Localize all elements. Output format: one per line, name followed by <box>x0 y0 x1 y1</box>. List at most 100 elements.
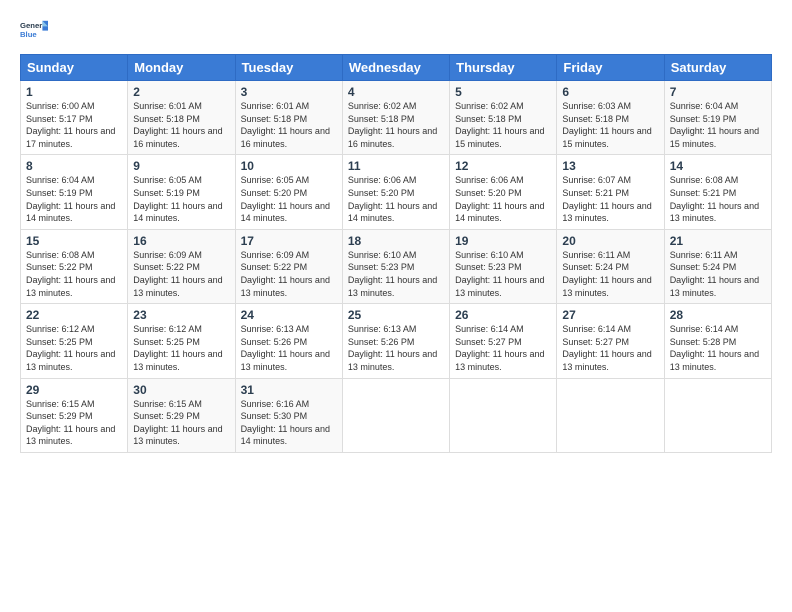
calendar-cell: 26Sunrise: 6:14 AMSunset: 5:27 PMDayligh… <box>450 304 557 378</box>
day-info: Sunrise: 6:14 AMSunset: 5:28 PMDaylight:… <box>670 323 766 373</box>
day-number: 20 <box>562 234 658 248</box>
day-number: 15 <box>26 234 122 248</box>
day-info: Sunrise: 6:10 AMSunset: 5:23 PMDaylight:… <box>348 249 444 299</box>
day-number: 22 <box>26 308 122 322</box>
day-info: Sunrise: 6:09 AMSunset: 5:22 PMDaylight:… <box>133 249 229 299</box>
logo-icon: General Blue <box>20 18 48 46</box>
day-info: Sunrise: 6:01 AMSunset: 5:18 PMDaylight:… <box>241 100 337 150</box>
calendar-cell: 5Sunrise: 6:02 AMSunset: 5:18 PMDaylight… <box>450 81 557 155</box>
day-header-wednesday: Wednesday <box>342 55 449 81</box>
calendar-cell <box>450 378 557 452</box>
page: General Blue SundayMondayTuesdayWednesda… <box>0 0 792 612</box>
calendar-cell: 31Sunrise: 6:16 AMSunset: 5:30 PMDayligh… <box>235 378 342 452</box>
day-info: Sunrise: 6:14 AMSunset: 5:27 PMDaylight:… <box>455 323 551 373</box>
logo: General Blue <box>20 18 48 46</box>
day-info: Sunrise: 6:05 AMSunset: 5:19 PMDaylight:… <box>133 174 229 224</box>
calendar-cell: 10Sunrise: 6:05 AMSunset: 5:20 PMDayligh… <box>235 155 342 229</box>
day-info: Sunrise: 6:02 AMSunset: 5:18 PMDaylight:… <box>348 100 444 150</box>
calendar-cell: 21Sunrise: 6:11 AMSunset: 5:24 PMDayligh… <box>664 229 771 303</box>
day-number: 14 <box>670 159 766 173</box>
day-number: 17 <box>241 234 337 248</box>
day-header-monday: Monday <box>128 55 235 81</box>
day-info: Sunrise: 6:15 AMSunset: 5:29 PMDaylight:… <box>133 398 229 448</box>
day-number: 19 <box>455 234 551 248</box>
day-number: 6 <box>562 85 658 99</box>
day-header-sunday: Sunday <box>21 55 128 81</box>
day-number: 9 <box>133 159 229 173</box>
day-info: Sunrise: 6:00 AMSunset: 5:17 PMDaylight:… <box>26 100 122 150</box>
day-info: Sunrise: 6:07 AMSunset: 5:21 PMDaylight:… <box>562 174 658 224</box>
day-number: 12 <box>455 159 551 173</box>
calendar-week-4: 22Sunrise: 6:12 AMSunset: 5:25 PMDayligh… <box>21 304 772 378</box>
calendar-cell: 27Sunrise: 6:14 AMSunset: 5:27 PMDayligh… <box>557 304 664 378</box>
day-info: Sunrise: 6:12 AMSunset: 5:25 PMDaylight:… <box>133 323 229 373</box>
calendar-cell <box>342 378 449 452</box>
day-info: Sunrise: 6:12 AMSunset: 5:25 PMDaylight:… <box>26 323 122 373</box>
calendar-cell <box>557 378 664 452</box>
calendar-cell: 11Sunrise: 6:06 AMSunset: 5:20 PMDayligh… <box>342 155 449 229</box>
day-info: Sunrise: 6:15 AMSunset: 5:29 PMDaylight:… <box>26 398 122 448</box>
day-info: Sunrise: 6:13 AMSunset: 5:26 PMDaylight:… <box>348 323 444 373</box>
calendar-cell: 18Sunrise: 6:10 AMSunset: 5:23 PMDayligh… <box>342 229 449 303</box>
day-info: Sunrise: 6:01 AMSunset: 5:18 PMDaylight:… <box>133 100 229 150</box>
calendar-cell: 30Sunrise: 6:15 AMSunset: 5:29 PMDayligh… <box>128 378 235 452</box>
calendar-cell: 2Sunrise: 6:01 AMSunset: 5:18 PMDaylight… <box>128 81 235 155</box>
calendar-cell: 8Sunrise: 6:04 AMSunset: 5:19 PMDaylight… <box>21 155 128 229</box>
day-info: Sunrise: 6:04 AMSunset: 5:19 PMDaylight:… <box>26 174 122 224</box>
day-info: Sunrise: 6:09 AMSunset: 5:22 PMDaylight:… <box>241 249 337 299</box>
day-number: 11 <box>348 159 444 173</box>
day-info: Sunrise: 6:05 AMSunset: 5:20 PMDaylight:… <box>241 174 337 224</box>
calendar-cell: 29Sunrise: 6:15 AMSunset: 5:29 PMDayligh… <box>21 378 128 452</box>
svg-text:Blue: Blue <box>20 30 37 39</box>
day-number: 28 <box>670 308 766 322</box>
day-info: Sunrise: 6:16 AMSunset: 5:30 PMDaylight:… <box>241 398 337 448</box>
calendar-cell: 12Sunrise: 6:06 AMSunset: 5:20 PMDayligh… <box>450 155 557 229</box>
day-info: Sunrise: 6:06 AMSunset: 5:20 PMDaylight:… <box>455 174 551 224</box>
day-number: 2 <box>133 85 229 99</box>
calendar-cell: 7Sunrise: 6:04 AMSunset: 5:19 PMDaylight… <box>664 81 771 155</box>
calendar-cell: 25Sunrise: 6:13 AMSunset: 5:26 PMDayligh… <box>342 304 449 378</box>
calendar-cell: 1Sunrise: 6:00 AMSunset: 5:17 PMDaylight… <box>21 81 128 155</box>
day-info: Sunrise: 6:11 AMSunset: 5:24 PMDaylight:… <box>562 249 658 299</box>
day-number: 10 <box>241 159 337 173</box>
day-number: 25 <box>348 308 444 322</box>
calendar-cell: 19Sunrise: 6:10 AMSunset: 5:23 PMDayligh… <box>450 229 557 303</box>
calendar-body: 1Sunrise: 6:00 AMSunset: 5:17 PMDaylight… <box>21 81 772 453</box>
day-header-friday: Friday <box>557 55 664 81</box>
day-info: Sunrise: 6:06 AMSunset: 5:20 PMDaylight:… <box>348 174 444 224</box>
day-number: 24 <box>241 308 337 322</box>
day-header-thursday: Thursday <box>450 55 557 81</box>
calendar-cell: 9Sunrise: 6:05 AMSunset: 5:19 PMDaylight… <box>128 155 235 229</box>
day-number: 5 <box>455 85 551 99</box>
header: General Blue <box>20 18 772 46</box>
calendar-cell: 13Sunrise: 6:07 AMSunset: 5:21 PMDayligh… <box>557 155 664 229</box>
day-info: Sunrise: 6:03 AMSunset: 5:18 PMDaylight:… <box>562 100 658 150</box>
day-number: 16 <box>133 234 229 248</box>
day-number: 7 <box>670 85 766 99</box>
calendar-cell: 6Sunrise: 6:03 AMSunset: 5:18 PMDaylight… <box>557 81 664 155</box>
calendar-week-2: 8Sunrise: 6:04 AMSunset: 5:19 PMDaylight… <box>21 155 772 229</box>
day-number: 13 <box>562 159 658 173</box>
day-number: 21 <box>670 234 766 248</box>
calendar-cell: 24Sunrise: 6:13 AMSunset: 5:26 PMDayligh… <box>235 304 342 378</box>
day-info: Sunrise: 6:13 AMSunset: 5:26 PMDaylight:… <box>241 323 337 373</box>
calendar-cell: 22Sunrise: 6:12 AMSunset: 5:25 PMDayligh… <box>21 304 128 378</box>
calendar-cell: 16Sunrise: 6:09 AMSunset: 5:22 PMDayligh… <box>128 229 235 303</box>
calendar-cell: 28Sunrise: 6:14 AMSunset: 5:28 PMDayligh… <box>664 304 771 378</box>
calendar-week-3: 15Sunrise: 6:08 AMSunset: 5:22 PMDayligh… <box>21 229 772 303</box>
day-number: 30 <box>133 383 229 397</box>
day-info: Sunrise: 6:08 AMSunset: 5:22 PMDaylight:… <box>26 249 122 299</box>
day-header-tuesday: Tuesday <box>235 55 342 81</box>
calendar-cell: 14Sunrise: 6:08 AMSunset: 5:21 PMDayligh… <box>664 155 771 229</box>
calendar-week-5: 29Sunrise: 6:15 AMSunset: 5:29 PMDayligh… <box>21 378 772 452</box>
calendar-cell: 17Sunrise: 6:09 AMSunset: 5:22 PMDayligh… <box>235 229 342 303</box>
day-header-saturday: Saturday <box>664 55 771 81</box>
day-number: 8 <box>26 159 122 173</box>
day-number: 18 <box>348 234 444 248</box>
day-number: 27 <box>562 308 658 322</box>
calendar-cell: 3Sunrise: 6:01 AMSunset: 5:18 PMDaylight… <box>235 81 342 155</box>
calendar-cell: 15Sunrise: 6:08 AMSunset: 5:22 PMDayligh… <box>21 229 128 303</box>
calendar-cell <box>664 378 771 452</box>
day-number: 29 <box>26 383 122 397</box>
day-info: Sunrise: 6:10 AMSunset: 5:23 PMDaylight:… <box>455 249 551 299</box>
